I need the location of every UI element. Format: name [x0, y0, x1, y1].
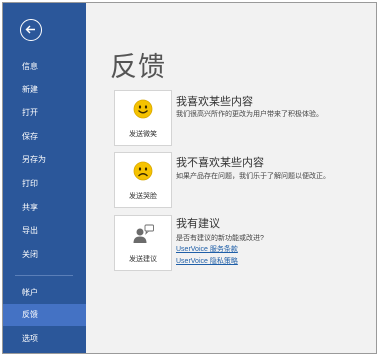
send-suggestion-button[interactable]: 发送建议 — [114, 215, 172, 271]
like-section-title: 我喜欢某些内容 — [176, 96, 253, 108]
send-smile-label: 发送微笑 — [129, 131, 157, 138]
backstage-window: 信息 新建 打开 保存 另存为 打印 共享 导出 关闭 帐户 反馈 选项 反馈 … — [2, 2, 377, 354]
suggestion-icon — [133, 224, 154, 243]
sidebar-item-account[interactable]: 帐户 — [3, 282, 86, 304]
dislike-section-title: 我不喜欢某些内容 — [176, 157, 264, 169]
suggestion-section-title: 我有建议 — [176, 218, 220, 230]
sidebar-item-save-as[interactable]: 另存为 — [3, 149, 86, 171]
back-arrow-icon — [25, 25, 35, 34]
sidebar-item-new[interactable]: 新建 — [3, 79, 86, 101]
send-frown-label: 发送哭脸 — [129, 193, 157, 200]
sidebar-item-open[interactable]: 打开 — [3, 102, 86, 124]
sidebar-item-options[interactable]: 选项 — [3, 328, 86, 350]
sidebar-item-save[interactable]: 保存 — [3, 126, 86, 148]
smile-icon — [133, 99, 153, 119]
uservoice-terms-link[interactable]: UserVoice 服务条款 — [176, 244, 238, 254]
sidebar-item-feedback[interactable]: 反馈 — [3, 304, 86, 326]
send-smile-button[interactable]: 发送微笑 — [114, 90, 172, 146]
sidebar-item-export[interactable]: 导出 — [3, 220, 86, 242]
back-button[interactable] — [20, 19, 42, 41]
sidebar: 信息 新建 打开 保存 另存为 打印 共享 导出 关闭 帐户 反馈 选项 — [3, 3, 86, 353]
page-title: 反馈 — [110, 52, 166, 82]
uservoice-privacy-link[interactable]: UserVoice 隐私策略 — [176, 256, 238, 266]
sidebar-item-print[interactable]: 打印 — [3, 173, 86, 195]
send-suggestion-label: 发送建议 — [129, 256, 157, 263]
main-content: 反馈 发送微笑 我喜欢某些内容 我们很高兴所作的更改为用户带来了积极体验。 发送… — [86, 3, 376, 353]
sidebar-item-info[interactable]: 信息 — [3, 56, 86, 78]
sidebar-divider — [15, 275, 73, 276]
sidebar-item-close[interactable]: 关闭 — [3, 244, 86, 266]
suggestion-section-description: 是否有建议的新功能或改进? — [176, 235, 264, 242]
dislike-section-description: 如果产品存在问题，我们乐于了解问题以便改正。 — [176, 173, 330, 180]
like-section-description: 我们很高兴所作的更改为用户带来了积极体验。 — [176, 111, 323, 118]
frown-icon — [133, 161, 153, 181]
sidebar-item-share[interactable]: 共享 — [3, 197, 86, 219]
send-frown-button[interactable]: 发送哭脸 — [114, 152, 172, 208]
